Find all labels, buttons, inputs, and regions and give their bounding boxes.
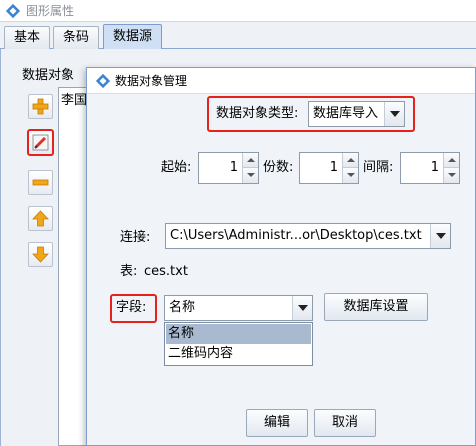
interval-label: 间隔: [363,160,394,175]
field-option[interactable]: 二维码内容 [166,344,311,364]
add-button[interactable] [28,94,53,119]
remove-icon [32,179,49,186]
field-select[interactable]: 名称 [164,295,313,321]
move-up-button[interactable] [28,206,53,231]
remove-button[interactable] [28,170,53,195]
spin-up-icon[interactable] [242,153,258,168]
tab-datasource[interactable]: 数据源 [103,24,163,50]
spin-down-icon[interactable] [443,168,459,183]
spin-down-icon[interactable] [242,168,258,183]
dialog-title: 数据对象管理 [115,74,188,88]
table-value: ces.txt [144,264,188,279]
connection-select[interactable]: C:\Users\Administr...or\Desktop\ces.txt [165,223,451,249]
data-object-list[interactable] [58,87,88,446]
start-value: 1 [229,160,238,175]
copies-value: 1 [329,160,338,175]
field-value: 名称 [169,300,196,315]
dialog-title-bar: 数据对象管理 [87,68,475,94]
interval-value: 1 [430,160,439,175]
type-value: 数据库导入 [313,106,379,121]
tab-basic[interactable]: 基本 [4,26,51,49]
field-dropdown-list: 名称 二维码内容 [164,322,313,366]
edit-icon [32,134,49,151]
cancel-button[interactable]: 取消 [314,409,376,437]
type-select[interactable]: 数据库导入 [308,101,405,127]
data-object-label: 数据对象 [22,68,75,83]
type-label: 数据对象类型: [216,106,299,121]
start-spinner[interactable]: 1 [198,152,259,184]
spin-up-icon[interactable] [342,153,358,168]
field-label: 字段: [116,300,147,315]
app-icon [5,3,21,19]
spin-up-icon[interactable] [443,153,459,168]
data-object-dialog: 数据对象管理 数据对象类型: 数据库导入 起始: 1 份数: 1 间隔: 1 连… [86,67,476,446]
edit-button[interactable]: 编辑 [246,409,308,437]
chevron-down-icon[interactable] [292,296,312,320]
window-title-bar: 图形属性 [0,0,476,22]
window-title: 图形属性 [26,4,75,18]
tab-strip: 基本 条码 数据源 [0,22,476,50]
chevron-down-icon[interactable] [384,102,404,126]
spin-down-icon[interactable] [342,168,358,183]
add-icon [32,98,49,115]
move-down-icon [32,246,49,263]
app-icon [95,73,111,89]
tab-barcode[interactable]: 条码 [53,26,100,49]
table-label: 表: [120,264,138,279]
copies-label: 份数: [263,160,294,175]
copies-spinner[interactable]: 1 [299,152,359,184]
start-label: 起始: [161,160,192,175]
move-up-icon [32,210,49,227]
edit-button[interactable] [27,129,54,156]
interval-spinner[interactable]: 1 [400,152,460,184]
field-option[interactable]: 名称 [166,324,311,344]
chevron-down-icon[interactable] [430,224,450,248]
connection-value: C:\Users\Administr...or\Desktop\ces.txt [170,228,422,243]
move-down-button[interactable] [28,242,53,267]
database-settings-button[interactable]: 数据库设置 [324,293,428,321]
list-item[interactable]: 李国 [61,89,88,108]
connection-label: 连接: [120,230,151,245]
